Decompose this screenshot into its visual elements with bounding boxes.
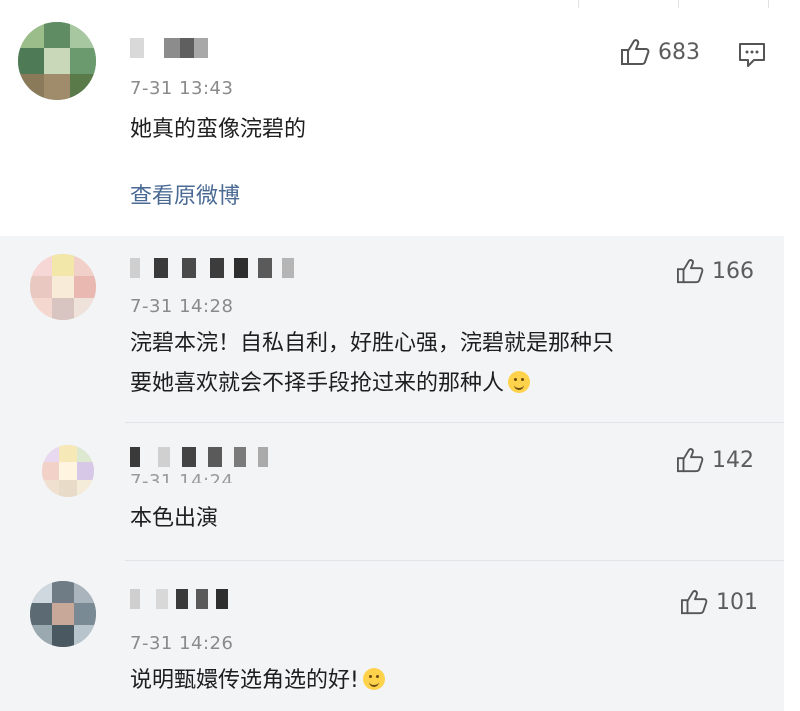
thumbs-up-icon xyxy=(677,259,704,284)
tab-separator xyxy=(578,0,579,8)
replies-section: 7-31 14:28 浣碧本浣！自私自利，好胜心强，浣碧就是那种只 要她喜欢就会… xyxy=(0,236,784,711)
avatar[interactable] xyxy=(30,254,96,320)
like-count: 142 xyxy=(712,447,754,473)
reply-item: 7-31 14:26 说明甄嬛传选角选的好! 101 xyxy=(0,561,784,711)
reply-time: 7-31 14:28 xyxy=(130,296,234,317)
avatar[interactable] xyxy=(30,581,96,647)
username-redacted[interactable] xyxy=(130,447,270,467)
reply-time: 7-31 14:24 xyxy=(130,471,234,483)
reply-item: 7-31 14:28 浣碧本浣！自私自利，好胜心强，浣碧就是那种只 要她喜欢就会… xyxy=(0,236,784,423)
tab-separator xyxy=(768,0,769,8)
avatar[interactable] xyxy=(42,445,94,497)
reply-time: 7-31 14:26 xyxy=(130,633,234,654)
reply-text: 本色出演 xyxy=(130,506,219,531)
comment-time: 7-31 13:43 xyxy=(130,78,234,99)
thumbs-up-icon xyxy=(681,590,708,615)
like-count: 101 xyxy=(716,589,758,615)
reply-text-line: 浣碧本浣！自私自利，好胜心强，浣碧就是那种只 xyxy=(130,331,615,356)
username-redacted[interactable] xyxy=(130,589,230,609)
reply-text: 说明甄嬛传选角选的好! xyxy=(130,661,385,701)
thinking-face-emoji xyxy=(362,668,385,690)
drooling-face-emoji xyxy=(508,371,531,393)
thumbs-up-icon xyxy=(621,39,650,65)
like-button[interactable]: 166 xyxy=(676,258,754,284)
comment-text: 她真的蛮像浣碧的 xyxy=(130,117,307,142)
thumbs-up-icon xyxy=(677,448,704,473)
comment-button[interactable] xyxy=(738,42,766,72)
like-count: 166 xyxy=(712,258,754,284)
reply-text: 浣碧本浣！自私自利，好胜心强，浣碧就是那种只 要她喜欢就会不择手段抢过来的那种人 xyxy=(130,324,614,404)
avatar[interactable] xyxy=(18,22,96,100)
username-redacted[interactable] xyxy=(130,258,300,278)
view-original-link[interactable]: 查看原微博 xyxy=(130,178,240,210)
main-comment: 7-31 13:43 她真的蛮像浣碧的 查看原微博 683 xyxy=(0,8,800,230)
tab-separator xyxy=(678,0,679,8)
like-count: 683 xyxy=(658,39,700,65)
comment-icon xyxy=(739,43,765,67)
username-redacted[interactable] xyxy=(130,38,210,58)
like-button[interactable]: 101 xyxy=(680,589,758,615)
like-button[interactable]: 683 xyxy=(620,38,700,66)
reply-text-line: 要她喜欢就会不择手段抢过来的那种人 xyxy=(130,364,614,404)
like-button[interactable]: 142 xyxy=(676,447,754,473)
reply-item: 7-31 14:24 本色出演 142 xyxy=(0,423,784,561)
